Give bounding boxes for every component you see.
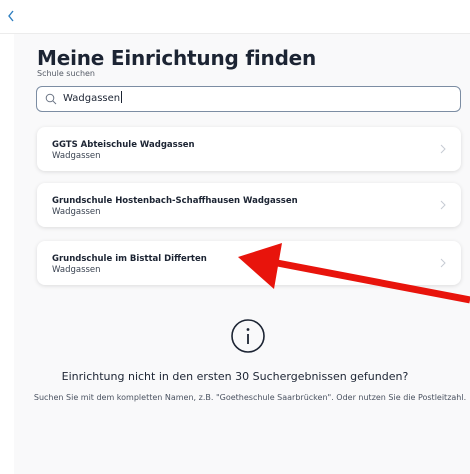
search-icon — [45, 93, 57, 105]
result-name: Grundschule Hostenbach-Schaffhausen Wadg… — [52, 196, 298, 206]
result-city: Wadgassen — [52, 207, 101, 217]
search-input[interactable]: Wadgassen — [63, 91, 122, 107]
top-bar — [0, 0, 470, 34]
result-name: GGTS Abteischule Wadgassen — [52, 140, 195, 150]
page-title: Meine Einrichtung finden — [37, 46, 317, 70]
result-name: Grundschule im Bisttal Differten — [52, 254, 207, 264]
search-hint: Suchen Sie mit dem kompletten Namen, z.B… — [33, 393, 467, 402]
not-found-heading: Einrichtung nicht in den ersten 30 Suche… — [61, 370, 409, 383]
search-field[interactable]: Wadgassen — [36, 86, 461, 112]
result-card-3[interactable]: Grundschule im Bisttal Differten Wadgass… — [37, 241, 461, 285]
result-city: Wadgassen — [52, 151, 101, 161]
chevron-left-icon[interactable] — [6, 9, 22, 25]
result-card-2[interactable]: Grundschule Hostenbach-Schaffhausen Wadg… — [37, 183, 461, 227]
info-icon — [231, 319, 265, 353]
result-city: Wadgassen — [52, 265, 101, 275]
chevron-right-icon — [440, 144, 446, 154]
chevron-right-icon — [440, 200, 446, 210]
result-card-1[interactable]: GGTS Abteischule Wadgassen Wadgassen — [37, 127, 461, 171]
chevron-right-icon — [440, 258, 446, 268]
search-label: Schule suchen — [37, 69, 96, 78]
